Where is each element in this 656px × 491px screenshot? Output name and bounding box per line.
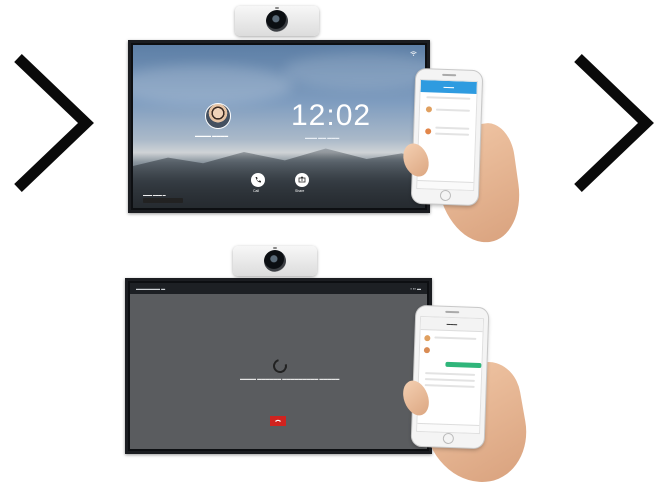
camera-indicator: [273, 247, 277, 249]
camera-indicator: [275, 7, 279, 9]
app-header: ▬▬▬: [420, 316, 484, 333]
avatar: [205, 103, 231, 129]
smartphone: ▬▬▬: [411, 68, 483, 206]
app-store-badges: [143, 198, 183, 203]
contact-avatar: [424, 335, 431, 342]
room-title-blurred: ▬▬▬▬▬▬ ▬: [136, 286, 166, 291]
contact-avatar: [425, 106, 433, 113]
chat-bubble: [445, 361, 482, 369]
call-content: ▬▬▬▬ ▬▬▬▬▬▬ ▬▬▬▬▬▬▬▬▬ ▬▬▬▬▬: [130, 294, 427, 449]
chevron-right-icon: [574, 54, 654, 192]
wifi-icon: [410, 51, 417, 58]
camera-lens: [264, 250, 286, 272]
app-header: ▬▬▬: [420, 80, 477, 95]
loading-spinner-icon: [270, 356, 290, 376]
date-line-blurred: ▬▬▬ ▬▬ ▬▬▬: [305, 135, 340, 140]
idle-screen: ▬▬▬▬ ▬▬▬▬ 12:02 ▬▬▬ ▬▬ ▬▬▬ Call Share ▬▬…: [128, 40, 430, 213]
phone-icon: [255, 177, 261, 183]
phone-screen: ▬▬▬: [416, 315, 485, 435]
share-button[interactable]: [295, 173, 309, 187]
chevron-right-icon: [14, 54, 94, 192]
call-button[interactable]: [251, 173, 265, 187]
camera-unit: [235, 6, 319, 36]
room-name-blurred: ▬▬▬▬ ▬▬▬▬: [195, 133, 229, 138]
share-label: Share: [295, 189, 305, 193]
status-message-blurred: ▬▬▬▬ ▬▬▬▬▬▬ ▬▬▬▬▬▬▬▬▬ ▬▬▬▬▬: [240, 376, 340, 381]
clock: 12:02: [291, 99, 372, 132]
contact-avatar: [423, 347, 431, 354]
camera-lens: [266, 10, 288, 32]
phone-screen: ▬▬▬: [416, 79, 478, 191]
call-label: Call: [253, 189, 260, 193]
app-tab-bar: [417, 422, 480, 434]
end-call-button[interactable]: [270, 416, 286, 426]
wallpaper: ▬▬▬▬ ▬▬▬▬ 12:02 ▬▬▬ ▬▬ ▬▬▬ Call Share ▬▬…: [133, 45, 425, 208]
home-button: [439, 189, 452, 202]
hang-up-icon: [275, 419, 281, 422]
home-button: [442, 432, 455, 445]
share-icon: [298, 176, 306, 183]
contact-avatar: [425, 128, 432, 135]
app-tab-bar: [417, 179, 474, 190]
smartphone: ▬▬▬: [411, 305, 489, 449]
camera-unit: [233, 246, 317, 276]
status-icons: ▪ ▪▪ ▬: [410, 286, 421, 291]
call-status-bar: ▬▬▬▬▬▬ ▬ ▪ ▪▪ ▬: [130, 283, 427, 294]
in-call-screen: ▬▬▬▬▬▬ ▬ ▪ ▪▪ ▬ ▬▬▬▬ ▬▬▬▬▬▬ ▬▬▬▬▬▬▬▬▬ ▬▬…: [125, 278, 432, 454]
footer-text-blurred: ▬▬▬ ▬▬▬ ▬: [143, 193, 166, 197]
